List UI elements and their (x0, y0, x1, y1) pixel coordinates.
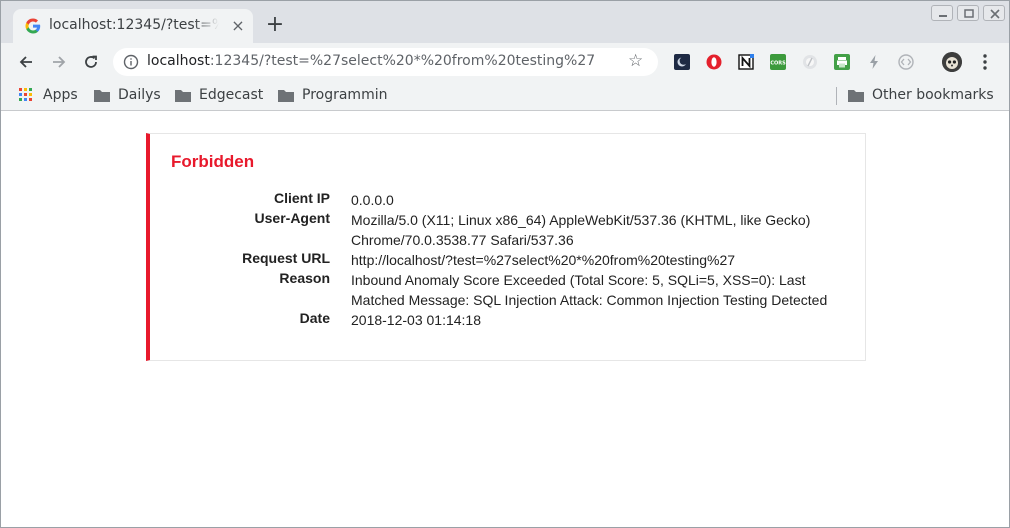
bookmark-apps[interactable]: Apps (19, 86, 83, 106)
code-icon[interactable] (898, 54, 914, 70)
menu-icon[interactable] (978, 53, 992, 71)
url-path: :12345/?test=%27select%20*%20from%20test… (209, 53, 596, 69)
svg-text:CORS: CORS (770, 61, 786, 67)
bookmark-label: Programmin (302, 87, 388, 103)
error-title: Forbidden (171, 152, 255, 171)
detail-key: Client IP (273, 190, 330, 206)
google-g-icon (25, 18, 41, 34)
folder-icon (94, 88, 110, 106)
bookmark-folder-edgecast[interactable]: Edgecast (175, 86, 267, 106)
reload-icon (85, 55, 97, 68)
detail-key: Reason (279, 270, 330, 286)
detail-value: Mozilla/5.0 (X11; Linux x86_64) AppleWeb… (351, 212, 811, 248)
notion-icon[interactable] (738, 54, 754, 70)
reload-button[interactable] (78, 49, 104, 75)
tab-close-icon[interactable]: × (229, 17, 247, 35)
detail-key: Date (299, 310, 330, 326)
bookmark-label: Apps (43, 87, 78, 103)
other-bookmarks[interactable]: Other bookmarks (848, 86, 998, 106)
lightning-icon[interactable] (866, 54, 882, 70)
minimize-icon[interactable] (931, 5, 953, 21)
bookmark-folder-programmin[interactable]: Programmin (278, 86, 393, 106)
apps-grid-icon (19, 88, 33, 106)
detail-key: Request URL (242, 250, 330, 266)
new-tab-button[interactable]: + (263, 13, 287, 37)
extension-circle-icon[interactable] (802, 54, 818, 70)
forward-button[interactable] (46, 49, 72, 75)
detail-value: 2018-12-03 01:14:18 (351, 312, 481, 328)
bookmarks-separator (836, 87, 837, 105)
info-icon[interactable] (123, 54, 139, 70)
bookmark-label: Edgecast (199, 87, 264, 103)
bookmark-label: Other bookmarks (872, 87, 994, 103)
bookmarks-bar: Apps Dailys Edgecast Programmin Other bo… (1, 81, 1009, 111)
tab-title: localhost:12345/?test=%27select%20*%20fr… (49, 17, 219, 33)
profile-avatar[interactable] (942, 52, 962, 72)
close-icon[interactable] (983, 5, 1005, 21)
back-button[interactable] (13, 49, 39, 75)
url-host: localhost (147, 53, 210, 69)
error-card: Forbidden Client IP 0.0.0.0 User-Agent M… (146, 133, 866, 361)
detail-key: User-Agent (254, 210, 330, 226)
folder-icon (278, 88, 294, 106)
toolbar: localhost:12345/?test=%27select%20*%20fr… (1, 43, 1009, 81)
address-bar[interactable]: localhost:12345/?test=%27select%20*%20fr… (113, 48, 658, 76)
detail-value: Inbound Anomaly Score Exceeded (Total Sc… (351, 272, 828, 308)
opera-icon[interactable] (706, 54, 722, 70)
detail-value: http://localhost/?test=%27select%20*%20f… (351, 252, 736, 268)
bookmark-star-icon[interactable]: ☆ (628, 51, 643, 71)
bookmark-folder-dailys[interactable]: Dailys (94, 86, 164, 106)
tab-strip: localhost:12345/?test=%27select%20*%20fr… (1, 1, 1009, 43)
bookmark-label: Dailys (118, 87, 161, 103)
folder-icon (848, 88, 864, 106)
extension-moon-icon[interactable] (674, 54, 690, 70)
back-arrow-icon (19, 56, 32, 68)
printer-icon[interactable] (834, 54, 850, 70)
forward-arrow-icon (53, 56, 66, 68)
browser-window: localhost:12345/?test=%27select%20*%20fr… (0, 0, 1010, 528)
cors-icon[interactable]: CORS (770, 54, 786, 70)
address-bar-url: localhost:12345/?test=%27select%20*%20fr… (147, 53, 595, 69)
active-tab[interactable]: localhost:12345/?test=%27select%20*%20fr… (13, 9, 253, 43)
detail-value: 0.0.0.0 (351, 192, 394, 208)
maximize-icon[interactable] (957, 5, 979, 21)
folder-icon (175, 88, 191, 106)
page-content: Forbidden Client IP 0.0.0.0 User-Agent M… (1, 112, 1009, 527)
